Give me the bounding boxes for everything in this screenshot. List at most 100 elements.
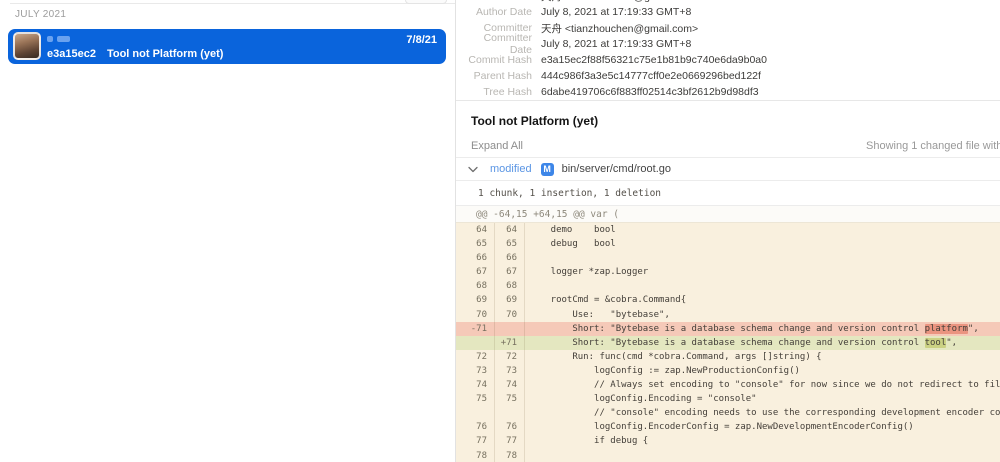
- old-line-number: 72: [456, 350, 495, 364]
- metadata-row: Committer天舟 <tianzhouchen@gmail.com>: [466, 20, 1000, 36]
- chunk-stats: 1 chunk, 1 insertion, 1 deletion: [456, 181, 1000, 205]
- metadata-row: Author Date July 8, 2021 at 17:19:33 GMT+…: [466, 4, 1000, 20]
- code-text: demo bool: [525, 223, 1000, 237]
- chevron-down-icon[interactable]: [468, 165, 478, 173]
- code-text: Short: "Bytebase is a database schema ch…: [525, 322, 1000, 336]
- code-text: [525, 251, 1000, 265]
- diff-line-add: +71 Short: "Bytebase is a database schem…: [456, 336, 1000, 350]
- modified-badge-icon: M: [541, 163, 554, 176]
- diff-line-ctx: 6464 demo bool: [456, 223, 1000, 237]
- new-line-number: +71: [495, 336, 525, 350]
- diff-code-view: 6464 demo bool6565 debug bool66666767 lo…: [456, 223, 1000, 462]
- diff-toolbar: Expand All Showing 1 changed file with 1…: [456, 137, 1000, 157]
- section-divider: [10, 3, 455, 4]
- old-line-number: 70: [456, 308, 495, 322]
- diff-line-ctx: 7575 logConfig.Encoding = "console": [456, 392, 1000, 406]
- metadata-value: July 8, 2021 at 17:19:33 GMT+8: [541, 6, 691, 18]
- diff-line-del: -71 Short: "Bytebase is a database schem…: [456, 322, 1000, 336]
- metadata-row: Tree Hash 6dabe419706c6f883ff02514c3bf261…: [466, 84, 1000, 100]
- git-client-window: JULY 2021 e3a15ec2 Tool not Platform (ye…: [0, 0, 1000, 462]
- new-line-number: 64: [495, 223, 525, 237]
- diff-line-ctx: 7070 Use: "bytebase",: [456, 308, 1000, 322]
- redacted-block: [47, 36, 53, 42]
- file-status-label: modified: [490, 163, 532, 175]
- code-text: // Always set encoding to "console" for …: [525, 378, 1000, 392]
- code-text: // "console" encoding needs to use the c…: [525, 406, 1000, 420]
- new-line-number: [495, 322, 525, 336]
- code-text: logConfig.Encoding = "console": [525, 392, 1000, 406]
- code-text: debug bool: [525, 237, 1000, 251]
- metadata-label: Committer Date: [466, 32, 532, 56]
- diff-line-ctx: 6969 rootCmd = &cobra.Command{: [456, 293, 1000, 307]
- old-line-number: 68: [456, 279, 495, 293]
- old-line-number: 78: [456, 449, 495, 462]
- code-text: logConfig.EncoderConfig = zap.NewDevelop…: [525, 420, 1000, 434]
- new-line-number: 70: [495, 308, 525, 322]
- commit-date: 7/8/21: [406, 34, 437, 46]
- diff-line-ctx: 7373 logConfig := zap.NewProductionConfi…: [456, 364, 1000, 378]
- new-line-number: 69: [495, 293, 525, 307]
- new-line-number: 68: [495, 279, 525, 293]
- metadata-value: 6dabe419706c6f883ff02514c3bf2612b9d98df3: [541, 86, 759, 98]
- old-line-number: [456, 336, 495, 350]
- code-text: [525, 449, 1000, 462]
- commit-hash-short: e3a15ec2: [47, 48, 96, 60]
- new-line-number: 73: [495, 364, 525, 378]
- cutoff-toolbar-button[interactable]: [405, 0, 447, 4]
- redacted-block: [57, 36, 70, 42]
- diff-line-ctx: 6767 logger *zap.Logger: [456, 265, 1000, 279]
- code-text: Use: "bytebase",: [525, 308, 1000, 322]
- old-line-number: 65: [456, 237, 495, 251]
- old-line-number: 76: [456, 420, 495, 434]
- commit-message: Tool not Platform (yet): [107, 48, 224, 60]
- new-line-number: 65: [495, 237, 525, 251]
- changed-files-summary: Showing 1 changed file with 1 addition a…: [866, 140, 1000, 152]
- code-text: Short: "Bytebase is a database schema ch…: [525, 336, 1000, 350]
- diff-line-ctx: 7777 if debug {: [456, 434, 1000, 448]
- expand-all-button[interactable]: Expand All: [471, 140, 523, 152]
- metadata-row: Parent Hash444c986f3a3e5c14777cff0e2e066…: [466, 68, 1000, 84]
- diff-line-ctx: 6565 debug bool: [456, 237, 1000, 251]
- new-line-number: 74: [495, 378, 525, 392]
- old-line-number: [456, 406, 495, 420]
- old-line-number: -71: [456, 322, 495, 336]
- new-line-number: 72: [495, 350, 525, 364]
- new-line-number: 67: [495, 265, 525, 279]
- metadata-label: Tree Hash: [466, 86, 532, 98]
- metadata-label: Author Date: [466, 6, 532, 18]
- word-diff-highlight: tool: [925, 338, 947, 348]
- new-line-number: 66: [495, 251, 525, 265]
- commit-title: Tool not Platform (yet): [471, 114, 1000, 128]
- new-line-number: 76: [495, 420, 525, 434]
- author-name-redacted: [47, 36, 70, 42]
- code-text: logConfig := zap.NewProductionConfig(): [525, 364, 1000, 378]
- hunk-header: @@ -64,15 +64,15 @@ var (: [456, 205, 1000, 223]
- author-avatar: [13, 32, 41, 60]
- old-line-number: 77: [456, 434, 495, 448]
- diff-line-ctx: 6666: [456, 251, 1000, 265]
- old-line-number: 64: [456, 223, 495, 237]
- new-line-number: 78: [495, 449, 525, 462]
- word-diff-highlight: platform: [925, 324, 968, 334]
- code-text: [525, 279, 1000, 293]
- metadata-value: 天舟 <tianzhouchen@gmail.com>: [541, 21, 698, 36]
- code-text: Run: func(cmd *cobra.Command, args []str…: [525, 350, 1000, 364]
- metadata-row: Committer DateJuly 8, 2021 at 17:19:33 G…: [466, 36, 1000, 52]
- metadata-value: July 8, 2021 at 17:19:33 GMT+8: [541, 38, 691, 50]
- new-line-number: 75: [495, 392, 525, 406]
- commit-detail-panel: Author天舟 <tianzhouchen@gmail.com>Author …: [456, 0, 1000, 462]
- metadata-value: 天舟 <tianzhouchen@gmail.com>: [541, 0, 698, 4]
- diff-line-ctx: 7676 logConfig.EncoderConfig = zap.NewDe…: [456, 420, 1000, 434]
- commit-list-item-selected[interactable]: e3a15ec2 Tool not Platform (yet) 7/8/21: [8, 29, 446, 64]
- file-header-row[interactable]: modified M bin/server/cmd/root.go: [456, 157, 1000, 181]
- old-line-number: 66: [456, 251, 495, 265]
- code-text: if debug {: [525, 434, 1000, 448]
- diff-line-ctx: 6868: [456, 279, 1000, 293]
- code-text: logger *zap.Logger: [525, 265, 1000, 279]
- new-line-number: 77: [495, 434, 525, 448]
- old-line-number: 75: [456, 392, 495, 406]
- diff-line-ctx: // "console" encoding needs to use the c…: [456, 406, 1000, 420]
- old-line-number: 69: [456, 293, 495, 307]
- commit-list-panel: JULY 2021 e3a15ec2 Tool not Platform (ye…: [0, 0, 456, 462]
- old-line-number: 67: [456, 265, 495, 279]
